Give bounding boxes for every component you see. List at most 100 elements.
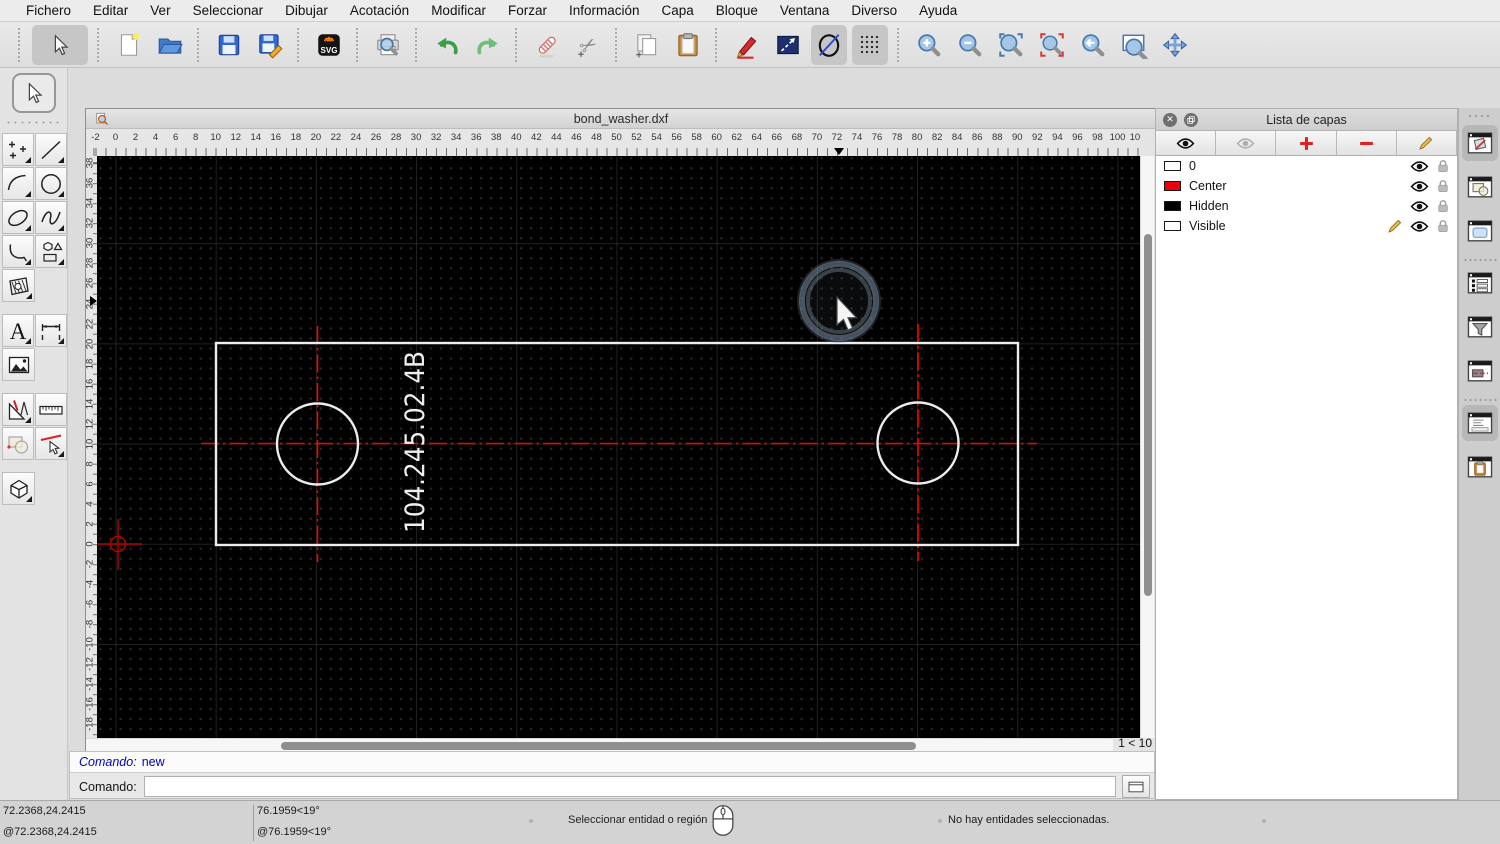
horizontal-scroll-thumb[interactable] <box>281 742 916 750</box>
undo-button[interactable] <box>429 25 465 65</box>
ruler-tool-button[interactable] <box>35 393 67 426</box>
new-file-button[interactable] <box>111 25 147 65</box>
select-entity-tool-button[interactable] <box>35 427 67 460</box>
v-ruler-label: 16 <box>86 378 96 389</box>
pen-edit-button[interactable] <box>729 25 765 65</box>
menu-editar[interactable]: Editar <box>82 3 139 18</box>
command-widget-dock-button[interactable] <box>1461 405 1498 441</box>
redo-button[interactable] <box>470 25 506 65</box>
ruler-x-marker <box>834 148 845 155</box>
polyline-tool-button[interactable] <box>2 235 34 268</box>
points-tool-button[interactable] <box>2 133 34 166</box>
part-label[interactable]: 104.245.02.4B <box>400 351 431 533</box>
select-tool-button[interactable] <box>11 73 56 113</box>
layer-visibility-eye-icon[interactable] <box>1410 220 1429 233</box>
v-ruler-label: -8 <box>86 619 96 629</box>
arc-tool-button[interactable] <box>2 167 34 200</box>
pen-circle-button[interactable] <box>811 24 847 65</box>
menu-seleccionar[interactable]: Seleccionar <box>182 3 275 18</box>
grid-toggle-button[interactable] <box>852 24 888 65</box>
select-arrow-button[interactable] <box>32 24 88 65</box>
vertical-scroll-thumb[interactable] <box>1144 234 1152 596</box>
layer-eye-button[interactable] <box>1156 131 1217 156</box>
layer-eye-off-button[interactable] <box>1216 131 1277 156</box>
zoom-previous-button[interactable] <box>1075 25 1111 65</box>
document-titlebar[interactable]: bond_washer.dxf <box>86 109 1156 129</box>
menu-informacion[interactable]: Información <box>558 3 651 18</box>
save-as-button[interactable] <box>252 25 288 65</box>
library-browser-dock-button[interactable] <box>1462 213 1498 249</box>
palette-drag-handle[interactable] <box>4 120 63 125</box>
zoom-auto-button[interactable] <box>993 25 1029 65</box>
layer-lock-icon[interactable] <box>1436 179 1450 193</box>
svg-export-button[interactable]: SVG <box>311 25 347 65</box>
layer-plus-button[interactable] <box>1276 131 1337 156</box>
line-attributes-button[interactable] <box>770 25 806 65</box>
dock-drag-handle[interactable] <box>1466 113 1493 119</box>
menu-capa[interactable]: Capa <box>651 3 705 18</box>
layer-row-center[interactable]: Center <box>1156 176 1457 196</box>
box-3d-tool-button[interactable] <box>2 472 35 505</box>
menu-ver[interactable]: Ver <box>139 3 181 18</box>
line-tool-button[interactable] <box>35 133 67 166</box>
layer-visibility-eye-icon[interactable] <box>1410 160 1429 173</box>
copy-button[interactable] <box>629 25 665 65</box>
modify-tool-button[interactable] <box>2 427 34 460</box>
menu-diverso[interactable]: Diverso <box>840 3 908 18</box>
menu-ventana[interactable]: Ventana <box>769 3 841 18</box>
spline-tool-button[interactable] <box>35 201 67 234</box>
layer-pencil-button[interactable] <box>1396 131 1458 156</box>
layer-row-visible[interactable]: Visible <box>1156 216 1457 236</box>
zoom-in-button[interactable] <box>911 25 947 65</box>
filter-dock-button[interactable] <box>1462 309 1498 345</box>
vertical-scrollbar[interactable] <box>1140 156 1154 738</box>
block-list-dock-button[interactable] <box>1462 169 1498 205</box>
open-file-button[interactable] <box>152 25 188 65</box>
layer-lock-icon[interactable] <box>1436 199 1450 213</box>
menu-forzar[interactable]: Forzar <box>497 3 558 18</box>
h-ruler-label: 78 <box>891 132 903 143</box>
layer-visibility-eye-icon[interactable] <box>1410 200 1429 213</box>
save-button[interactable] <box>211 25 247 65</box>
command-detach-button[interactable] <box>1122 775 1150 798</box>
ellipse-tool-button[interactable] <box>2 201 34 234</box>
command-input[interactable] <box>143 776 1116 797</box>
menu-acotacion[interactable]: Acotación <box>339 3 420 18</box>
circle-tool-button[interactable] <box>35 167 67 200</box>
zoom-pan-button[interactable] <box>1157 25 1193 65</box>
clipboard-dock-button[interactable] <box>1462 449 1498 485</box>
dimension-tool-button[interactable] <box>35 314 67 347</box>
h-ruler-label: 82 <box>931 132 943 143</box>
zoom-out-button[interactable] <box>952 25 988 65</box>
pen-wizard-dock-button[interactable] <box>1462 353 1498 389</box>
entity-list-dock-button[interactable] <box>1462 265 1498 301</box>
menu-modificar[interactable]: Modificar <box>420 3 497 18</box>
cut-button[interactable]: ✂ <box>570 25 606 65</box>
zoom-selection-button[interactable] <box>1034 25 1070 65</box>
measure-tool-button[interactable] <box>2 393 34 426</box>
layer-row-hidden[interactable]: Hidden <box>1156 196 1457 216</box>
menu-fichero[interactable]: Fichero <box>15 3 82 18</box>
image-tool-button[interactable] <box>2 348 35 381</box>
layer-lock-icon[interactable] <box>1436 219 1450 233</box>
layer-list-dock-button[interactable] <box>1461 125 1498 161</box>
print-preview-button[interactable] <box>370 25 406 65</box>
layer-lock-icon[interactable] <box>1436 159 1450 173</box>
layer-visibility-eye-icon[interactable] <box>1410 180 1429 193</box>
drawing-canvas[interactable]: 104.245.02.4B <box>97 156 1140 738</box>
menu-dibujar[interactable]: Dibujar <box>274 3 339 18</box>
layer-row-0[interactable]: 0 <box>1156 156 1457 176</box>
paste-button[interactable] <box>670 25 706 65</box>
h-ruler-label: 74 <box>851 132 863 143</box>
zoom-window-button[interactable] <box>1116 25 1152 65</box>
status-dot <box>1262 819 1266 823</box>
horizontal-scrollbar[interactable] <box>86 738 1113 752</box>
menu-bloque[interactable]: Bloque <box>705 3 769 18</box>
layer-minus-button[interactable] <box>1336 131 1397 156</box>
eraser-button[interactable] <box>529 25 565 65</box>
left-tool-palette: A <box>0 68 68 800</box>
text-tool-button[interactable]: A <box>2 314 34 347</box>
menu-ayuda[interactable]: Ayuda <box>908 3 968 18</box>
hatch-tool-button[interactable] <box>2 269 35 302</box>
polygon-tool-button[interactable] <box>35 235 67 268</box>
